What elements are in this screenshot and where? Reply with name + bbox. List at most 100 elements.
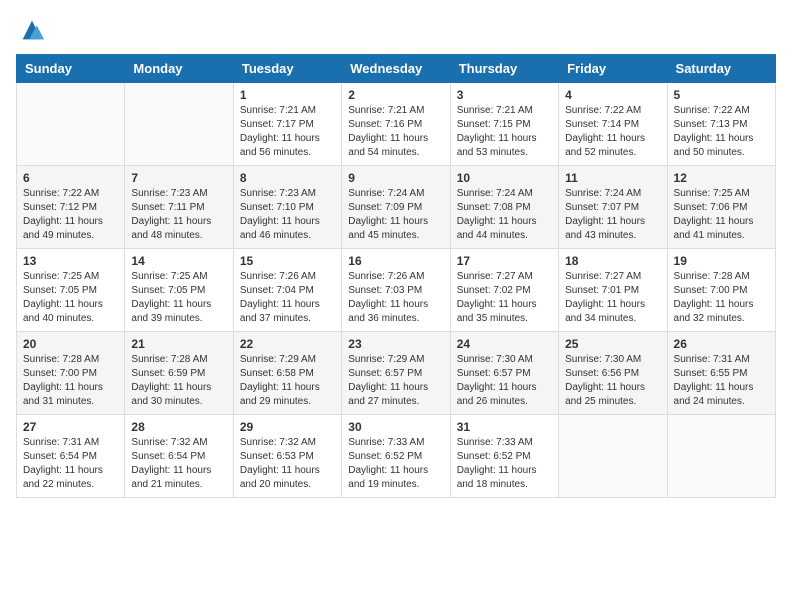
day-info: Sunrise: 7:22 AM Sunset: 7:12 PM Dayligh… (23, 187, 118, 243)
day-info: Sunrise: 7:22 AM Sunset: 7:14 PM Dayligh… (565, 104, 660, 160)
day-number: 6 (23, 171, 118, 185)
day-number: 11 (565, 171, 660, 185)
calendar-cell: 14Sunrise: 7:25 AM Sunset: 7:05 PM Dayli… (125, 249, 233, 332)
calendar-cell: 28 Sunrise: 7:32 AM Sunset: 6:54 PM Dayli… (125, 415, 233, 498)
calendar-weekday-tuesday: Tuesday (233, 55, 341, 83)
day-number: 18 (565, 254, 660, 268)
calendar-cell (667, 415, 775, 498)
day-number: 19 (674, 254, 769, 268)
day-info: Sunrise: 7:23 AM Sunset: 7:10 PM Dayligh… (240, 187, 335, 243)
day-info: Sunrise: 7:25 AM Sunset: 7:05 PM Dayligh… (23, 270, 118, 326)
day-info: Sunrise: 7:25 AM Sunset: 7:06 PM Dayligh… (674, 187, 769, 243)
day-number: 12 (674, 171, 769, 185)
day-number: 22 (240, 337, 335, 351)
calendar-cell (559, 415, 667, 498)
day-number: 10 (457, 171, 552, 185)
day-number: 13 (23, 254, 118, 268)
day-info: Sunrise: 7:21 AM Sunset: 7:16 PM Dayligh… (348, 104, 443, 160)
day-info: Sunrise: 7:32 AM Sunset: 6:54 PM Dayligh… (131, 436, 226, 492)
calendar-cell: 12 Sunrise: 7:25 AM Sunset: 7:06 PM Dayli… (667, 166, 775, 249)
day-info: Sunrise: 7:23 AM Sunset: 7:11 PM Dayligh… (131, 187, 226, 243)
day-info: Sunrise: 7:25 AM Sunset: 7:05 PM Dayligh… (131, 270, 226, 326)
day-info: Sunrise: 7:26 AM Sunset: 7:03 PM Dayligh… (348, 270, 443, 326)
day-number: 29 (240, 420, 335, 434)
day-info: Sunrise: 7:28 AM Sunset: 6:59 PM Dayligh… (131, 353, 226, 409)
day-number: 7 (131, 171, 226, 185)
day-number: 21 (131, 337, 226, 351)
calendar-weekday-monday: Monday (125, 55, 233, 83)
calendar-cell: 25 Sunrise: 7:30 AM Sunset: 6:56 PM Dayli… (559, 332, 667, 415)
calendar-cell: 20Sunrise: 7:28 AM Sunset: 7:00 PM Dayli… (17, 332, 125, 415)
calendar-week-row: 20Sunrise: 7:28 AM Sunset: 7:00 PM Dayli… (17, 332, 776, 415)
calendar-cell: 15 Sunrise: 7:26 AM Sunset: 7:04 PM Dayli… (233, 249, 341, 332)
day-number: 1 (240, 88, 335, 102)
day-info: Sunrise: 7:32 AM Sunset: 6:53 PM Dayligh… (240, 436, 335, 492)
day-info: Sunrise: 7:26 AM Sunset: 7:04 PM Dayligh… (240, 270, 335, 326)
day-number: 24 (457, 337, 552, 351)
calendar-weekday-thursday: Thursday (450, 55, 558, 83)
day-number: 3 (457, 88, 552, 102)
calendar-cell: 8Sunrise: 7:23 AM Sunset: 7:10 PM Daylig… (233, 166, 341, 249)
day-number: 9 (348, 171, 443, 185)
day-number: 4 (565, 88, 660, 102)
day-info: Sunrise: 7:22 AM Sunset: 7:13 PM Dayligh… (674, 104, 769, 160)
day-number: 27 (23, 420, 118, 434)
calendar-weekday-friday: Friday (559, 55, 667, 83)
calendar-cell: 22 Sunrise: 7:29 AM Sunset: 6:58 PM Dayli… (233, 332, 341, 415)
day-info: Sunrise: 7:33 AM Sunset: 6:52 PM Dayligh… (348, 436, 443, 492)
calendar-cell: 17Sunrise: 7:27 AM Sunset: 7:02 PM Dayli… (450, 249, 558, 332)
calendar-cell: 13 Sunrise: 7:25 AM Sunset: 7:05 PM Dayli… (17, 249, 125, 332)
calendar-cell (125, 83, 233, 166)
logo (16, 16, 46, 44)
calendar-cell: 16 Sunrise: 7:26 AM Sunset: 7:03 PM Dayli… (342, 249, 450, 332)
calendar-cell: 2 Sunrise: 7:21 AM Sunset: 7:16 PM Daylig… (342, 83, 450, 166)
calendar-weekday-saturday: Saturday (667, 55, 775, 83)
calendar-table: SundayMondayTuesdayWednesdayThursdayFrid… (16, 54, 776, 498)
day-info: Sunrise: 7:21 AM Sunset: 7:15 PM Dayligh… (457, 104, 552, 160)
calendar-weekday-sunday: Sunday (17, 55, 125, 83)
day-info: Sunrise: 7:33 AM Sunset: 6:52 PM Dayligh… (457, 436, 552, 492)
calendar-cell: 11 Sunrise: 7:24 AM Sunset: 7:07 PM Dayli… (559, 166, 667, 249)
day-info: Sunrise: 7:21 AM Sunset: 7:17 PM Dayligh… (240, 104, 335, 160)
calendar-cell: 19Sunrise: 7:28 AM Sunset: 7:00 PM Dayli… (667, 249, 775, 332)
day-info: Sunrise: 7:27 AM Sunset: 7:02 PM Dayligh… (457, 270, 552, 326)
calendar-cell: 10 Sunrise: 7:24 AM Sunset: 7:08 PM Dayli… (450, 166, 558, 249)
day-info: Sunrise: 7:27 AM Sunset: 7:01 PM Dayligh… (565, 270, 660, 326)
day-number: 31 (457, 420, 552, 434)
day-number: 15 (240, 254, 335, 268)
day-info: Sunrise: 7:29 AM Sunset: 6:57 PM Dayligh… (348, 353, 443, 409)
calendar-cell: 21 Sunrise: 7:28 AM Sunset: 6:59 PM Dayli… (125, 332, 233, 415)
calendar-weekday-wednesday: Wednesday (342, 55, 450, 83)
page-header (16, 16, 776, 44)
calendar-cell: 30 Sunrise: 7:33 AM Sunset: 6:52 PM Dayli… (342, 415, 450, 498)
calendar-cell: 7 Sunrise: 7:23 AM Sunset: 7:11 PM Daylig… (125, 166, 233, 249)
day-info: Sunrise: 7:31 AM Sunset: 6:54 PM Dayligh… (23, 436, 118, 492)
day-info: Sunrise: 7:31 AM Sunset: 6:55 PM Dayligh… (674, 353, 769, 409)
day-info: Sunrise: 7:30 AM Sunset: 6:57 PM Dayligh… (457, 353, 552, 409)
day-number: 25 (565, 337, 660, 351)
day-info: Sunrise: 7:24 AM Sunset: 7:08 PM Dayligh… (457, 187, 552, 243)
calendar-week-row: 6 Sunrise: 7:22 AM Sunset: 7:12 PM Daylig… (17, 166, 776, 249)
day-number: 28 (131, 420, 226, 434)
calendar-cell: 29 Sunrise: 7:32 AM Sunset: 6:53 PM Dayli… (233, 415, 341, 498)
calendar-cell: 24 Sunrise: 7:30 AM Sunset: 6:57 PM Dayli… (450, 332, 558, 415)
day-info: Sunrise: 7:24 AM Sunset: 7:07 PM Dayligh… (565, 187, 660, 243)
calendar-cell: 1 Sunrise: 7:21 AM Sunset: 7:17 PM Daylig… (233, 83, 341, 166)
calendar-header-row: SundayMondayTuesdayWednesdayThursdayFrid… (17, 55, 776, 83)
calendar-cell: 3 Sunrise: 7:21 AM Sunset: 7:15 PM Daylig… (450, 83, 558, 166)
calendar-cell: 18 Sunrise: 7:27 AM Sunset: 7:01 PM Dayli… (559, 249, 667, 332)
day-number: 5 (674, 88, 769, 102)
day-number: 30 (348, 420, 443, 434)
day-info: Sunrise: 7:30 AM Sunset: 6:56 PM Dayligh… (565, 353, 660, 409)
calendar-cell: 26Sunrise: 7:31 AM Sunset: 6:55 PM Dayli… (667, 332, 775, 415)
calendar-cell: 27 Sunrise: 7:31 AM Sunset: 6:54 PM Dayli… (17, 415, 125, 498)
logo-icon (18, 16, 46, 44)
day-number: 16 (348, 254, 443, 268)
day-info: Sunrise: 7:29 AM Sunset: 6:58 PM Dayligh… (240, 353, 335, 409)
calendar-week-row: 27 Sunrise: 7:31 AM Sunset: 6:54 PM Dayli… (17, 415, 776, 498)
calendar-cell: 31 Sunrise: 7:33 AM Sunset: 6:52 PM Dayli… (450, 415, 558, 498)
calendar-cell (17, 83, 125, 166)
day-number: 2 (348, 88, 443, 102)
calendar-cell: 4 Sunrise: 7:22 AM Sunset: 7:14 PM Daylig… (559, 83, 667, 166)
day-number: 20 (23, 337, 118, 351)
